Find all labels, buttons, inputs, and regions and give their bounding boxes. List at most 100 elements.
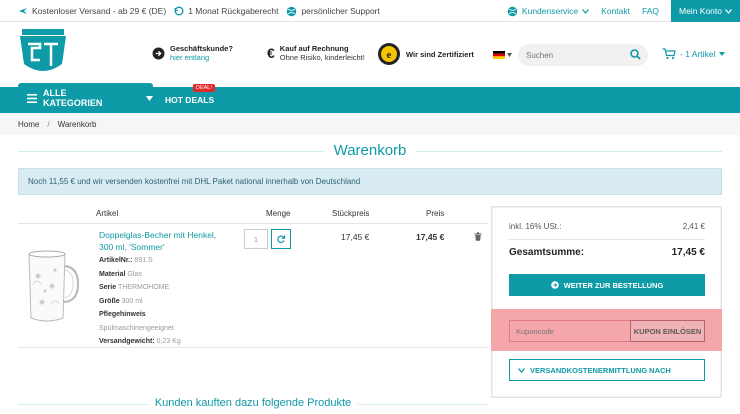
usp-shipping-text: Kostenloser Versand - ab 29 € (DE) (32, 6, 167, 16)
globe-icon (286, 6, 297, 17)
header: Geschäftskunde? hier entlang € Kauf auf … (0, 22, 740, 86)
usp-list: Kostenloser Versand - ab 29 € (DE) 1 Mon… (18, 0, 380, 22)
coupon-section: KUPON EINLÖSEN (491, 309, 722, 351)
attr-row: ArtikelNr.: 891.S (99, 254, 259, 268)
chevron-down-icon (725, 8, 732, 14)
table-row: Doppelglas-Becher mit Henkel, 300 ml, 'S… (18, 224, 488, 348)
attr-value: Spülmaschinengeeignet (99, 324, 174, 332)
coupon-input[interactable] (509, 320, 631, 342)
chevron-down-icon (146, 95, 153, 101)
cart-link[interactable]: - 1 Artikel (662, 48, 726, 60)
chevron-down-icon (507, 53, 512, 57)
search-box (518, 44, 648, 66)
breadcrumb: Home / Warenkorb (0, 113, 740, 135)
total-value: 17,45 € (671, 247, 705, 258)
usp-return: 1 Monat Rückgaberecht (174, 6, 278, 16)
product-name[interactable]: Doppelglas-Becher mit Henkel, 300 ml, 'S… (99, 229, 219, 253)
logo[interactable] (18, 28, 68, 78)
faq-link[interactable]: FAQ (642, 6, 659, 16)
account-button[interactable]: Mein Konto (671, 0, 740, 22)
vat-value: 2,41 € (682, 222, 705, 231)
chevron-down-icon (719, 52, 726, 56)
attr-value: THERMOHOME (117, 284, 170, 291)
business-link[interactable]: hier entlang (170, 53, 233, 62)
euro-icon: € (267, 44, 275, 61)
customer-service-link[interactable]: Kundenservice (507, 6, 590, 17)
usp-shipping: Kostenloser Versand - ab 29 € (DE) (18, 6, 166, 16)
language-select[interactable] (493, 51, 512, 59)
contact-link[interactable]: Kontakt (601, 6, 630, 16)
invoice-info: € Kauf auf Rechnung Ohne Risiko, kinderl… (267, 44, 365, 62)
product-image[interactable] (23, 246, 81, 326)
trash-icon[interactable] (474, 232, 482, 241)
coupon-button[interactable]: KUPON EINLÖSEN (630, 320, 705, 342)
summary-divider (509, 239, 705, 240)
attr-row: Material Glas (99, 268, 259, 282)
invoice-title: Kauf auf Rechnung (279, 44, 349, 53)
all-categories-label: ALLE KATEGORIEN (43, 88, 103, 108)
globe-icon (507, 6, 518, 17)
main-nav: ALLE KATEGORIEN HOT DEALS DEAL! (0, 83, 740, 113)
attr-label: Größe (99, 297, 120, 305)
shipping-calc-button[interactable]: VERSANDKOSTENERMITTLUNG NACH (509, 359, 705, 381)
col-price: Preis (426, 209, 445, 218)
product-attributes: ArtikelNr.: 891.S Material Glas Serie TH… (99, 254, 259, 349)
col-unit-price: Stückpreis (332, 209, 370, 218)
breadcrumb-home[interactable]: Home (18, 120, 39, 129)
deal-badge: DEAL! (193, 84, 215, 92)
trusted-shops[interactable]: e Wir sind Zertifiziert (377, 42, 474, 66)
usp-return-text: 1 Monat Rückgaberecht (188, 6, 279, 16)
attr-label: Pflegehinweis (99, 311, 146, 318)
attr-row: Versandgewicht: 0,23 Kg (99, 335, 259, 349)
return-icon (174, 6, 184, 16)
trusted-shops-letter: e (387, 49, 392, 61)
page-title-block: Warenkorb (18, 142, 722, 160)
trusted-shops-icon: e (377, 42, 401, 66)
all-categories-button[interactable]: ALLE KATEGORIEN (18, 83, 153, 113)
arrow-circle-icon (550, 281, 559, 289)
search-input[interactable] (526, 50, 626, 60)
invoice-sub: Ohne Risiko, kinderleicht! (279, 53, 365, 62)
business-title: Geschäftskunde? (170, 44, 233, 53)
quantity-input[interactable]: 1 (244, 229, 268, 249)
certified-label: Wir sind Zertifiziert (406, 49, 474, 59)
cart-icon (662, 48, 676, 60)
usp-support-text: persönlicher Support (301, 6, 380, 16)
attr-value: 0,23 Kg (156, 338, 181, 345)
attr-label: Versandgewicht: (99, 338, 155, 345)
usp-support: persönlicher Support (286, 6, 380, 17)
related-products-title-block: Kunden kauften dazu folgende Produkte (18, 396, 488, 412)
flag-de-icon (493, 51, 505, 59)
attr-label: ArtikelNr.: (99, 257, 133, 264)
total-label: Gesamtsumme: (509, 247, 585, 258)
cart-table-header: Artikel Menge Stückpreis Preis (18, 206, 488, 224)
refresh-icon (276, 234, 286, 244)
vat-row: inkl. 16% USt.: 2,41 € (509, 222, 705, 231)
attr-row: Größe 300 ml (99, 295, 259, 309)
menu-icon (27, 93, 37, 103)
top-links: Kundenservice Kontakt FAQ Mein Konto (507, 0, 740, 22)
breadcrumb-current: Warenkorb (57, 119, 97, 129)
business-customer[interactable]: Geschäftskunde? hier entlang (152, 44, 233, 62)
page-title: Warenkorb (18, 142, 722, 159)
quantity-control: 1 (244, 229, 291, 249)
col-qty: Menge (266, 209, 291, 218)
cart-label: - 1 Artikel (680, 49, 716, 59)
cart-summary: inkl. 16% USt.: 2,41 € Gesamtsumme: 17,4… (491, 206, 722, 398)
plane-icon (18, 6, 28, 16)
refresh-button[interactable] (271, 229, 291, 249)
checkout-button[interactable]: WEITER ZUR BESTELLUNG (509, 274, 705, 296)
attr-row: Pflegehinweis (99, 308, 259, 322)
chevron-down-icon (582, 8, 590, 14)
attr-row: Serie THERMOHOME (99, 281, 259, 295)
search-icon[interactable] (630, 49, 641, 60)
arrow-circle-icon (152, 47, 165, 60)
col-article: Artikel (96, 209, 119, 218)
unit-price: 17,45 € (341, 232, 370, 242)
chevron-down-icon (518, 367, 525, 373)
line-total: 17,45 € (416, 232, 445, 242)
attr-value: Glas (127, 270, 142, 278)
shipping-calc-label: VERSANDKOSTENERMITTLUNG NACH (530, 365, 671, 375)
total-row: Gesamtsumme: 17,45 € (509, 247, 705, 258)
breadcrumb-separator: / (47, 119, 50, 129)
